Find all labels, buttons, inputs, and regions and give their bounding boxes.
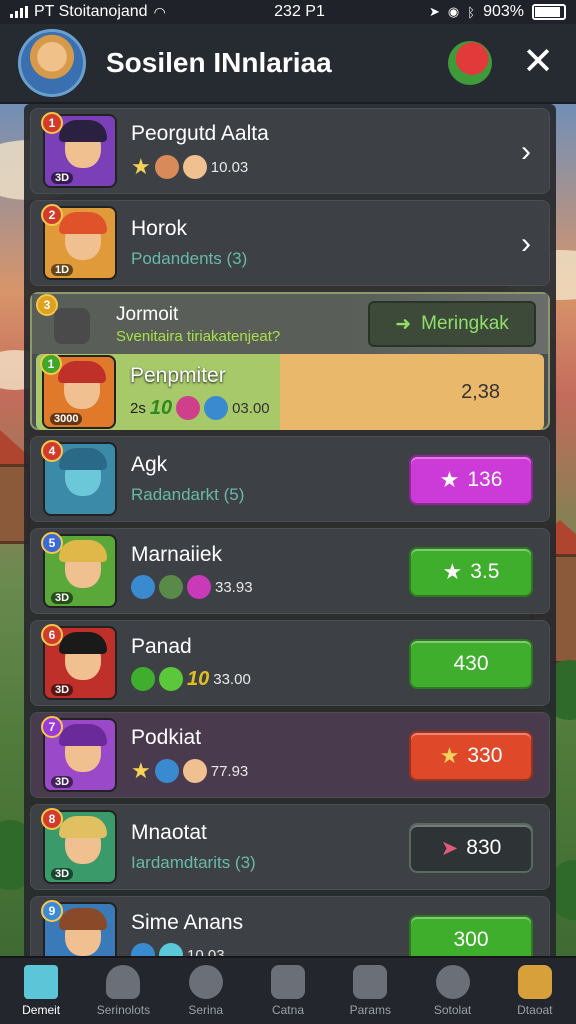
- token-icon: [187, 575, 211, 599]
- token-icon: [154, 155, 179, 179]
- star-icon: ★: [439, 743, 460, 768]
- nav-item-people[interactable]: Serinolots: [82, 958, 164, 1024]
- action-button[interactable]: ★ 136: [409, 455, 533, 505]
- item-subtitle: Svenitaira tiriakatenjeat?: [116, 327, 281, 345]
- nav-item-grid[interactable]: Catna: [247, 958, 329, 1024]
- list-item[interactable]: 2 1D Horok Podandents (3) ›: [30, 200, 550, 286]
- bluetooth-icon: ᛒ: [467, 4, 476, 20]
- hero-portrait: 6 3D: [41, 624, 117, 700]
- player-avatar[interactable]: [18, 29, 86, 97]
- person-icon: [106, 965, 141, 999]
- alarm-icon: ◉: [447, 4, 460, 19]
- nav-item-profile[interactable]: Dtaoat: [494, 958, 576, 1024]
- token-icon: [159, 667, 183, 691]
- profile-card-icon: [517, 965, 552, 999]
- nav-item-home[interactable]: Demeit: [0, 958, 82, 1024]
- header-bar: Sosilen INnlariaa ✕: [0, 24, 576, 104]
- token-icon: [182, 759, 207, 783]
- progress-row: 1 3000 Penpmiter 2s 10 03.00 2,38: [36, 354, 544, 430]
- star-icon: ★: [131, 154, 151, 179]
- star-icon: ★: [442, 559, 463, 584]
- chevron-right-icon[interactable]: ›: [521, 135, 531, 169]
- hero-portrait: 9: [41, 900, 117, 960]
- hero-portrait: 1 3D: [41, 112, 117, 188]
- battery-icon: [532, 4, 566, 20]
- item-value: 33.93: [215, 578, 253, 596]
- hero-portrait: 5 3D: [41, 532, 117, 608]
- item-value: 77.93: [210, 762, 249, 780]
- arrow-right-icon: ➜: [395, 313, 412, 335]
- signal-icon: [10, 6, 28, 18]
- hero-portrait: 3: [36, 294, 102, 350]
- item-name: Jormoit: [116, 303, 179, 325]
- hero-portrait: 8 3D: [41, 808, 117, 884]
- list-item[interactable]: 8 3D Mnaotat Iardamdtarits (3) ➤ 830: [30, 804, 550, 890]
- hero-portrait: 7 3D: [41, 716, 117, 792]
- search-icon: [435, 965, 470, 999]
- action-button[interactable]: ★ 330: [409, 731, 533, 781]
- list-item[interactable]: 7 3D Podkiat ★ 77.93 ★ 330: [30, 712, 550, 798]
- token-icon: [131, 575, 155, 599]
- wifi-icon: ◠: [153, 3, 166, 20]
- token-icon: [176, 396, 201, 420]
- chevron-right-icon[interactable]: ›: [521, 227, 531, 261]
- battery-text: 903%: [483, 3, 524, 20]
- list-item[interactable]: 1 3D Peorgutd Aalta ★ 10.03 ›: [30, 108, 550, 194]
- bottom-nav: Demeit Serinolots Serina Catna Params So…: [0, 956, 576, 1024]
- list-item[interactable]: 6 3D Panad 10 33.00 430: [30, 620, 550, 706]
- action-button[interactable]: 430: [409, 639, 533, 689]
- list-item[interactable]: 4 Agk Radandarkt (5) ★ 136: [30, 436, 550, 522]
- location-icon: ➤: [429, 4, 440, 19]
- list-item[interactable]: 9 Sime Anans 10.03 300: [30, 896, 550, 960]
- token-icon: [204, 396, 229, 420]
- arrow-icon: ➤: [440, 836, 459, 860]
- nav-item-world[interactable]: Serina: [165, 958, 247, 1024]
- star-icon: ★: [131, 758, 151, 783]
- close-button[interactable]: ✕: [518, 43, 558, 83]
- token-icon: [159, 575, 183, 599]
- hero-portrait: 4: [41, 440, 117, 516]
- nav-item-params[interactable]: Params: [329, 958, 411, 1024]
- action-button[interactable]: ➜ Meringkak: [368, 301, 536, 347]
- rose-icon[interactable]: [448, 41, 492, 85]
- star-icon: ★: [439, 467, 460, 492]
- item-value: 33.00: [213, 670, 251, 688]
- globe-icon: [188, 965, 223, 999]
- item-name: Peorgutd Aalta: [131, 122, 269, 145]
- item-value: 2,38: [461, 380, 500, 403]
- nav-item-search[interactable]: Sotolat: [411, 958, 493, 1024]
- list-item[interactable]: 5 3D Marnaiiek 33.93 ★ 3.5: [30, 528, 550, 614]
- page-title: Sosilen INnlariaa: [106, 47, 332, 78]
- item-value: 10.03: [210, 158, 249, 176]
- list-item-expanded[interactable]: 3 Jormoit Svenitaira tiriakatenjeat? ➜ M…: [30, 292, 550, 430]
- edit-icon: [353, 965, 388, 999]
- clock-text: 232 P1: [274, 3, 325, 20]
- hero-portrait: 1 3000: [40, 354, 116, 429]
- item-subtitle: Podandents (3): [131, 249, 248, 268]
- hero-portrait: 2 1D: [41, 204, 117, 280]
- home-icon: [24, 965, 59, 999]
- item-name: Horok: [131, 217, 188, 240]
- token-icon: [131, 667, 155, 691]
- action-button[interactable]: 300: [409, 915, 533, 960]
- grid-icon: [270, 965, 305, 999]
- carrier-text: PT Stoitanojand: [34, 3, 148, 20]
- action-button[interactable]: ➤ 830: [409, 823, 533, 873]
- action-button[interactable]: ★ 3.5: [409, 547, 533, 597]
- status-bar: PT Stoitanojand ◠ 232 P1 ➤ ◉ ᛒ 903%: [0, 0, 576, 24]
- leaderboard-list: 1 3D Peorgutd Aalta ★ 10.03 › 2 1D Horok…: [24, 104, 556, 960]
- token-icon: [182, 155, 207, 179]
- token-icon: [154, 759, 179, 783]
